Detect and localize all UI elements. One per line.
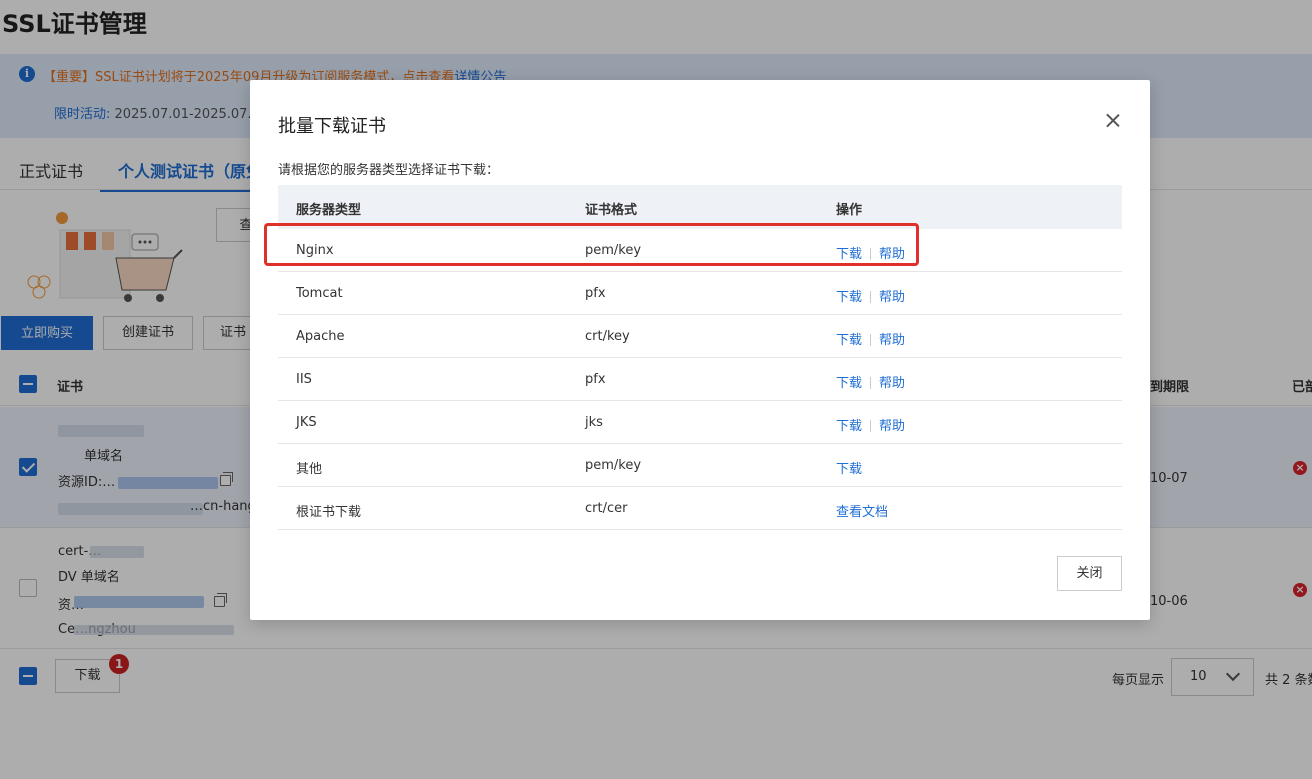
nginx-row-highlight [264,223,919,266]
row-actions: 查看文档 [836,501,888,520]
divider [870,333,872,346]
view-docs-link[interactable]: 查看文档 [836,505,888,520]
table-row: Tomcat pfx 下载 帮助 [278,272,1122,315]
server-type: Tomcat [296,286,343,301]
help-link[interactable]: 帮助 [879,376,905,391]
header-server-type: 服务器类型 [296,203,362,218]
row-actions: 下载 帮助 [836,372,905,391]
server-type: JKS [296,415,317,430]
server-type: Apache [296,329,345,344]
cert-format: pfx [585,372,606,387]
close-button[interactable]: 关闭 [1057,556,1122,591]
server-type: IIS [296,372,312,387]
row-actions: 下载 [836,458,862,477]
download-link[interactable]: 下载 [836,462,862,477]
table-row: 其他 pem/key 下载 [278,444,1122,487]
cert-format: crt/key [585,329,630,344]
dialog-description: 请根据您的服务器类型选择证书下载： [278,163,500,178]
row-actions: 下载 帮助 [836,286,905,305]
download-link[interactable]: 下载 [836,290,862,305]
header-action: 操作 [836,203,863,218]
table-row: Apache crt/key 下载 帮助 [278,315,1122,358]
cert-format: crt/cer [585,501,628,516]
cert-format: jks [585,415,603,430]
header-cert-format: 证书格式 [585,203,638,218]
download-link[interactable]: 下载 [836,333,862,348]
close-icon[interactable] [1102,110,1124,132]
table-row: 根证书下载 crt/cer 查看文档 [278,487,1122,530]
table-row: IIS pfx 下载 帮助 [278,358,1122,401]
divider [870,290,872,303]
row-actions: 下载 帮助 [836,329,905,348]
server-type: 根证书下载 [296,505,362,520]
help-link[interactable]: 帮助 [879,290,905,305]
divider [870,376,872,389]
dialog-title: 批量下载证书 [278,116,386,137]
download-link[interactable]: 下载 [836,419,862,434]
download-link[interactable]: 下载 [836,376,862,391]
cert-format: pem/key [585,458,642,473]
help-link[interactable]: 帮助 [879,419,905,434]
server-type: 其他 [296,462,323,477]
batch-download-dialog: 批量下载证书 请根据您的服务器类型选择证书下载： 服务器类型 证书格式 操作 N… [250,80,1150,620]
cert-format: pfx [585,286,606,301]
help-link[interactable]: 帮助 [879,333,905,348]
table-row: JKS jks 下载 帮助 [278,401,1122,444]
divider [870,419,872,432]
row-actions: 下载 帮助 [836,415,905,434]
